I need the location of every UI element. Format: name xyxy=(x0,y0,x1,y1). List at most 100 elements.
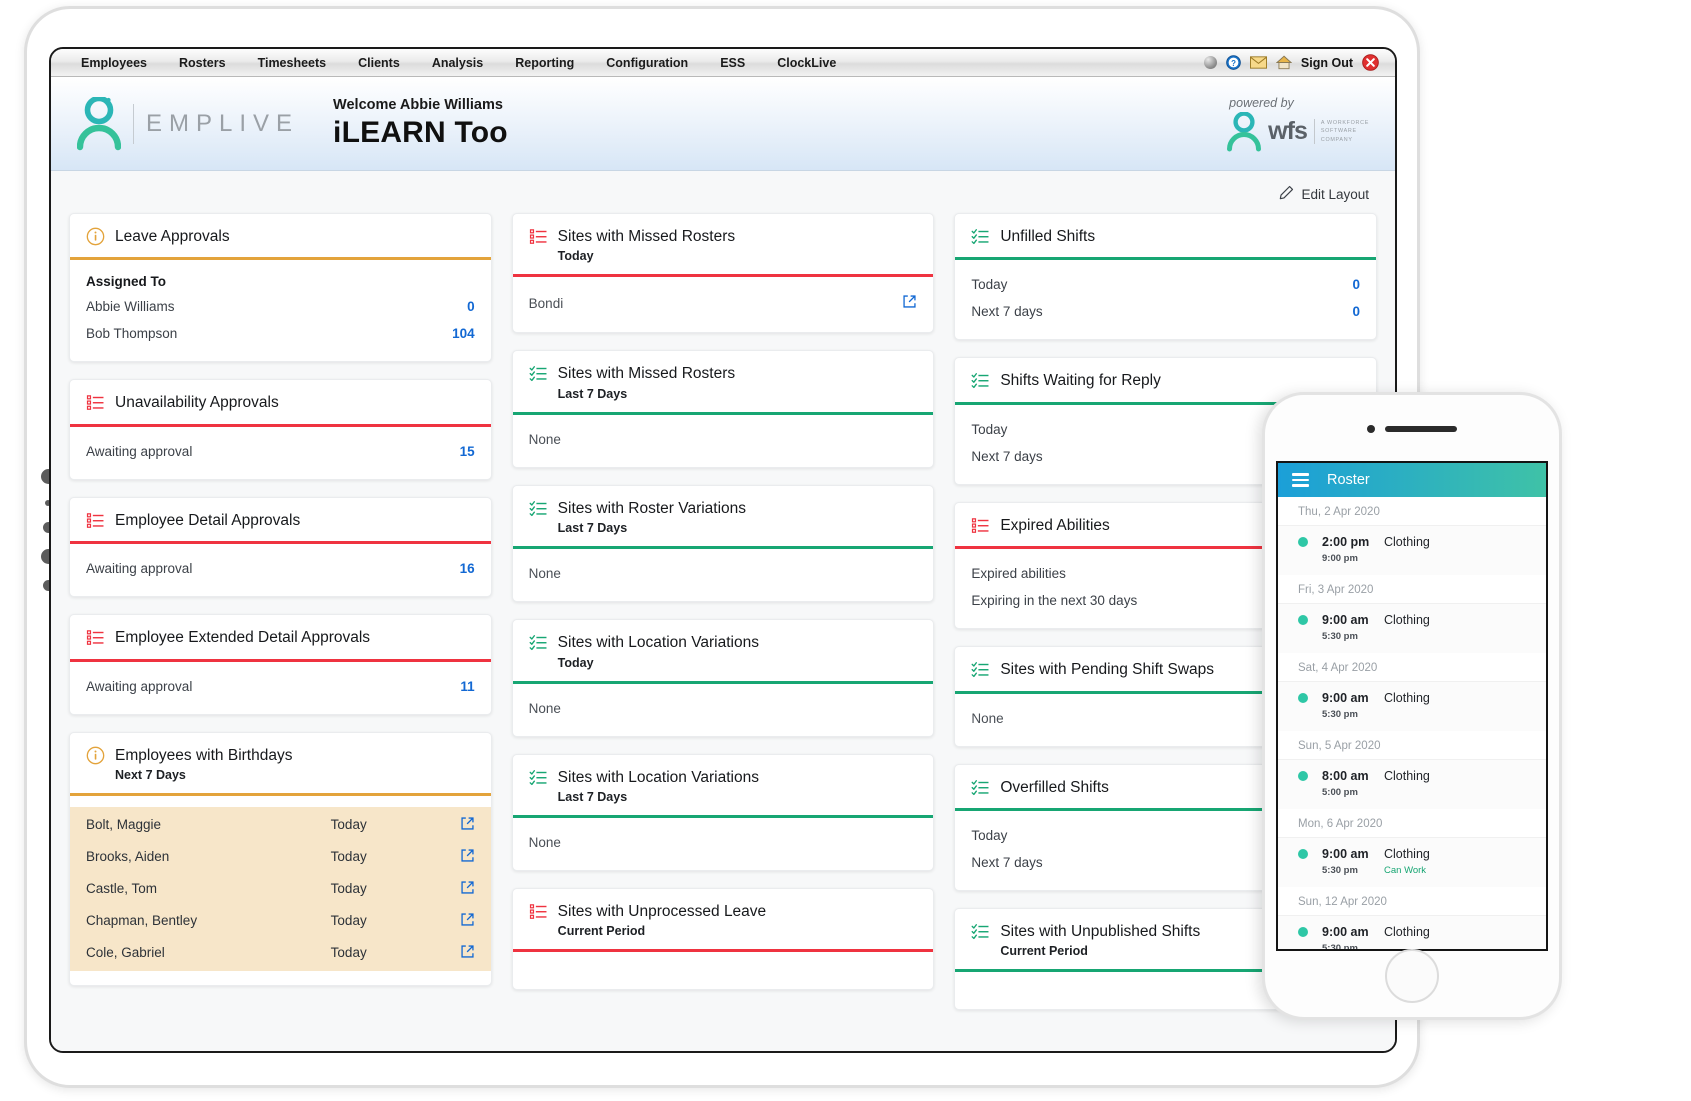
metric-row[interactable]: Awaiting approval 15 xyxy=(86,438,475,465)
phone-title: Roster xyxy=(1327,472,1370,488)
checklist-icon xyxy=(971,922,990,941)
powered-by-wfs: powered by wfs A WORKFORCE SOFTWARE COMP… xyxy=(1227,96,1369,152)
sign-out-button[interactable]: Sign Out xyxy=(1301,56,1353,70)
external-link-icon[interactable] xyxy=(460,944,475,962)
card-body: Bondi xyxy=(513,277,934,332)
help-icon[interactable]: ? xyxy=(1226,55,1241,70)
card-leave-approvals: Leave ApprovalsAssigned ToAbbie Williams… xyxy=(69,213,492,362)
nav-item-analysis[interactable]: Analysis xyxy=(416,56,499,70)
nav-item-clocklive[interactable]: ClockLive xyxy=(761,56,852,70)
shift-start-time: 9:00 am xyxy=(1322,925,1369,939)
metric-value[interactable]: 0 xyxy=(1353,277,1361,292)
metric-value[interactable]: 16 xyxy=(460,561,475,576)
nav-item-configuration[interactable]: Configuration xyxy=(590,56,704,70)
nav-item-clients[interactable]: Clients xyxy=(342,56,416,70)
card-title: Overfilled Shifts xyxy=(1000,778,1109,797)
metric-value[interactable]: 0 xyxy=(467,299,475,314)
globe-ball-icon[interactable] xyxy=(1204,56,1217,69)
wfs-tagline: A WORKFORCE SOFTWARE COMPANY xyxy=(1314,119,1369,144)
dashboard-columns: Leave ApprovalsAssigned ToAbbie Williams… xyxy=(69,213,1377,1010)
roster-list[interactable]: Thu, 2 Apr 20202:00 pm9:00 pmClothingFri… xyxy=(1278,497,1546,951)
nav-item-rosters[interactable]: Rosters xyxy=(163,56,242,70)
metric-label: Awaiting approval xyxy=(86,444,192,459)
tablet-screen: EmployeesRostersTimesheetsClientsAnalysi… xyxy=(49,47,1397,1053)
card-title: Shifts Waiting for Reply xyxy=(1000,371,1161,390)
external-link-icon[interactable] xyxy=(460,880,475,898)
metric-row[interactable]: Today0 xyxy=(971,271,1360,298)
external-link-icon[interactable] xyxy=(902,294,917,312)
assigned-to-label: Assigned To xyxy=(86,271,475,293)
metric-row[interactable]: Next 7 days0 xyxy=(971,298,1360,325)
list-item[interactable]: Bolt, MaggieToday xyxy=(70,809,491,841)
brand-name: EMPLIVE xyxy=(146,110,299,138)
site-name: Bondi xyxy=(529,296,564,311)
roster-shift-item[interactable]: 9:00 am5:30 pmClothing xyxy=(1278,915,1546,951)
info-circle-icon xyxy=(86,746,105,765)
roster-shift-item[interactable]: 2:00 pm9:00 pmClothing xyxy=(1278,525,1546,575)
card-header: Sites with Roster VariationsLast 7 Days xyxy=(513,486,934,546)
card-employee-detail-approvals: Employee Detail Approvals Awaiting approv… xyxy=(69,497,492,597)
list-item[interactable]: Castle, TomToday xyxy=(70,873,491,905)
edit-layout-button[interactable]: Edit Layout xyxy=(1279,185,1369,203)
roster-shift-item[interactable]: 9:00 am5:30 pmClothing xyxy=(1278,603,1546,653)
metric-value[interactable]: 104 xyxy=(452,326,475,341)
shift-start-time: 9:00 am xyxy=(1322,613,1369,627)
metric-label: Next 7 days xyxy=(971,449,1042,464)
roster-shift-item[interactable]: 8:00 am5:00 pmClothing xyxy=(1278,759,1546,809)
tablet-device-frame: EmployeesRostersTimesheetsClientsAnalysi… xyxy=(24,6,1420,1088)
nav-item-employees[interactable]: Employees xyxy=(65,56,163,70)
metric-row[interactable]: Awaiting approval16 xyxy=(86,555,475,582)
shift-status-dot xyxy=(1298,849,1308,859)
birthday-date: Today xyxy=(331,817,441,832)
empty-state-text: None xyxy=(529,695,918,722)
mail-icon[interactable] xyxy=(1250,56,1267,69)
shift-status-dot xyxy=(1298,537,1308,547)
metric-value[interactable]: 0 xyxy=(1353,304,1361,319)
card-title: Sites with Unprocessed Leave xyxy=(558,902,767,921)
phone-speaker xyxy=(1367,425,1457,433)
metric-row[interactable]: Bob Thompson 104 xyxy=(86,320,475,347)
metric-row[interactable]: Awaiting approval11 xyxy=(86,673,475,700)
metric-value[interactable]: 11 xyxy=(460,679,474,694)
nav-item-timesheets[interactable]: Timesheets xyxy=(242,56,343,70)
card-subtitle: Current Period xyxy=(558,924,767,938)
card-subtitle: Last 7 Days xyxy=(558,521,746,535)
card-header: Sites with Location VariationsToday xyxy=(513,620,934,680)
edit-layout-label: Edit Layout xyxy=(1301,187,1369,202)
nav-menu: EmployeesRostersTimesheetsClientsAnalysi… xyxy=(65,56,852,70)
list-item[interactable]: Chapman, BentleyToday xyxy=(70,905,491,937)
home-icon[interactable] xyxy=(1276,55,1292,70)
external-link-icon[interactable] xyxy=(460,912,475,930)
shift-start-time: 9:00 am xyxy=(1322,847,1369,861)
card-header: Employee Detail Approvals xyxy=(70,498,491,541)
list-item[interactable]: Brooks, AidenToday xyxy=(70,841,491,873)
metric-label: Bob Thompson xyxy=(86,326,177,341)
site-row[interactable]: Bondi xyxy=(529,288,918,318)
card-body: Bolt, MaggieTodayBrooks, AidenTodayCastl… xyxy=(70,796,491,985)
metric-row[interactable]: Abbie Williams0 xyxy=(86,293,475,320)
card-sites-with-location-variations: Sites with Location VariationsToday None xyxy=(512,619,935,736)
metric-label: Today xyxy=(971,422,1007,437)
card-body: Today0Next 7 days0 xyxy=(955,260,1376,339)
checklist-icon xyxy=(971,371,990,390)
wfs-mark-icon xyxy=(1227,112,1261,152)
card-header: Unfilled Shifts xyxy=(955,214,1376,257)
card-title: Sites with Location Variations xyxy=(558,768,759,787)
card-title: Employee Extended Detail Approvals xyxy=(115,628,370,647)
roster-shift-item[interactable]: 9:00 am5:30 pmClothing xyxy=(1278,681,1546,731)
external-link-icon[interactable] xyxy=(460,816,475,834)
phone-home-button[interactable] xyxy=(1385,949,1439,1003)
emplive-logo[interactable]: EMPLIVE xyxy=(77,97,299,151)
list-item[interactable]: Cole, GabrielToday xyxy=(70,937,491,969)
nav-item-ess[interactable]: ESS xyxy=(704,56,761,70)
close-icon[interactable] xyxy=(1362,54,1379,71)
checklist-icon xyxy=(971,778,990,797)
external-link-icon[interactable] xyxy=(460,848,475,866)
card-subtitle: Today xyxy=(558,249,735,263)
roster-shift-item[interactable]: 9:00 am5:30 pmClothingCan Work xyxy=(1278,837,1546,887)
hamburger-icon[interactable] xyxy=(1292,473,1309,486)
metric-label: Today xyxy=(971,828,1007,843)
shift-end-time: 5:00 pm xyxy=(1322,787,1384,798)
nav-item-reporting[interactable]: Reporting xyxy=(499,56,590,70)
metric-value[interactable]: 15 xyxy=(460,444,475,459)
